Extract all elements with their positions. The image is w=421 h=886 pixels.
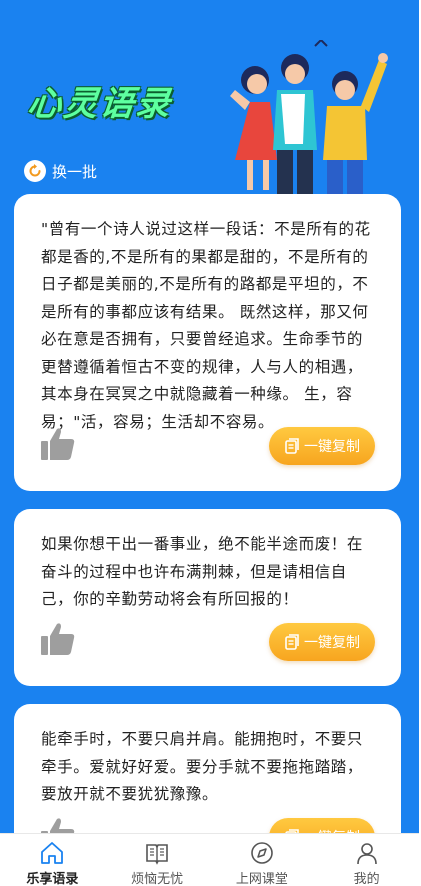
thumbs-up-icon[interactable]: [40, 426, 76, 462]
tab-label: 我的: [353, 872, 380, 886]
people-illustration: [230, 40, 388, 200]
quote-text: 能牵手时，不要只肩并肩。能拥抱时，不要只牵手。爱就好好爱。要分手就不要拖拖踏踏，…: [41, 730, 364, 803]
copy-icon: [285, 438, 299, 454]
refresh-button[interactable]: 换一批: [24, 160, 97, 182]
tab-label: 烦恼无忧: [131, 872, 184, 886]
tab-label: 乐享语录: [26, 872, 79, 886]
tab-quotes[interactable]: 乐享语录: [0, 834, 105, 886]
tab-mine[interactable]: 我的: [314, 834, 419, 886]
page-title: 心灵语录: [25, 84, 174, 124]
app-screen: 心灵语录 换一批 "曾有一个诗人说过这样一段话：不是所有的花都是香的,不是所有的…: [0, 0, 419, 886]
home-icon: [41, 842, 64, 864]
quote-card: 如果你想干出一番事业，绝不能半途而废！在奋斗的过程中也许布满荆棘，但是请相信自己…: [14, 509, 401, 686]
copy-button[interactable]: 一键复制: [269, 623, 375, 661]
refresh-icon: [24, 160, 46, 182]
quote-text: 如果你想干出一番事业，绝不能半途而废！在奋斗的过程中也许布满荆棘，但是请相信自己…: [41, 535, 364, 608]
refresh-label: 换一批: [52, 162, 98, 181]
copy-label: 一键复制: [304, 439, 360, 455]
quote-text: "曾有一个诗人说过这样一段话：不是所有的花都是香的,不是所有的果都是甜的，不是所…: [41, 220, 371, 431]
tab-worry-free[interactable]: 烦恼无忧: [105, 834, 210, 886]
thumbs-up-icon[interactable]: [40, 621, 76, 657]
tab-label: 上网课堂: [235, 872, 288, 886]
user-icon: [356, 843, 377, 865]
copy-button[interactable]: 一键复制: [269, 427, 375, 465]
tab-online-class[interactable]: 上网课堂: [210, 834, 315, 886]
quote-card: "曾有一个诗人说过这样一段话：不是所有的花都是香的,不是所有的果都是甜的，不是所…: [14, 194, 401, 491]
copy-icon: [285, 634, 299, 650]
copy-label: 一键复制: [304, 635, 360, 651]
bottom-tab-bar: 乐享语录 烦恼无忧 上网课堂 我的: [0, 833, 419, 886]
compass-icon: [251, 842, 273, 864]
book-icon: [146, 844, 168, 865]
